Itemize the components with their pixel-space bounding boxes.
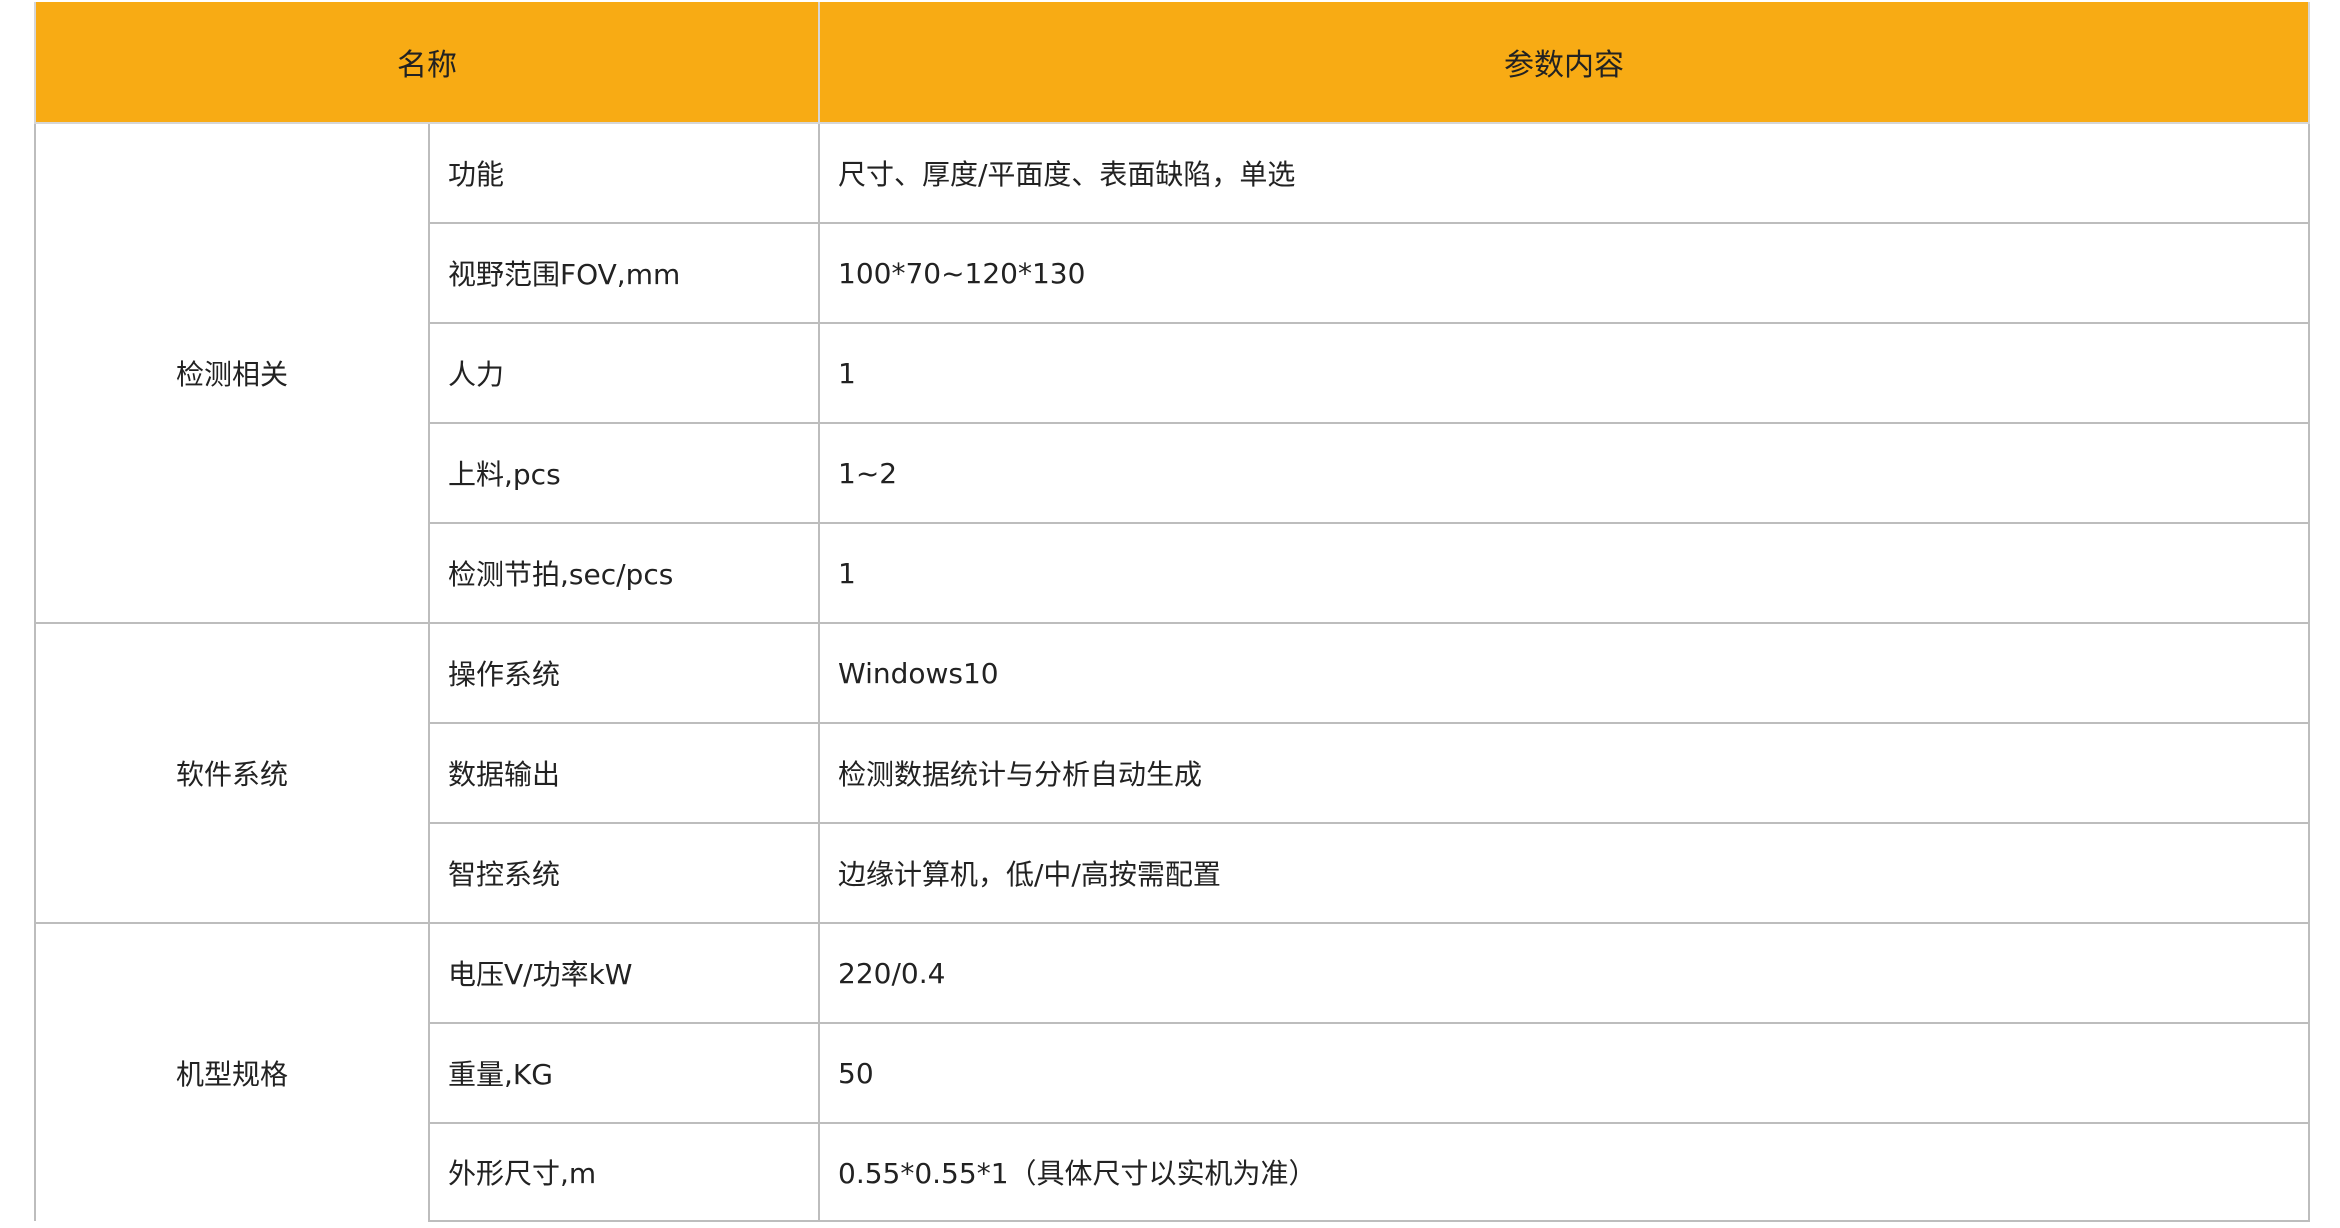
param-name: 外形尺寸,m [428,1122,820,1222]
param-name: 视野范围FOV,mm [428,222,820,324]
param-name: 上料,pcs [428,422,820,524]
param-name: 功能 [428,122,820,224]
param-value: 1 [818,322,2310,424]
param-name: 数据输出 [428,722,820,824]
param-value: 1 [818,522,2310,624]
header-content: 参数内容 [818,2,2310,124]
param-name: 重量,KG [428,1022,820,1124]
param-value: 100*70~120*130 [818,222,2310,324]
param-value: Windows10 [818,622,2310,724]
param-value: 50 [818,1022,2310,1124]
table-row: 检测相关 功能 尺寸、厚度/平面度、表面缺陷，单选 [34,122,2310,623]
header-name: 名称 [34,2,820,124]
param-value: 检测数据统计与分析自动生成 [818,722,2310,824]
group-label-detection: 检测相关 [34,122,430,623]
param-name: 电压V/功率kW [428,922,820,1024]
param-value: 0.55*0.55*1（具体尺寸以实机为准） [818,1122,2310,1222]
param-value: 尺寸、厚度/平面度、表面缺陷，单选 [818,122,2310,224]
param-name: 人力 [428,322,820,424]
param-name: 操作系统 [428,622,820,724]
header-row: 名称 参数内容 [34,2,2310,124]
group-label-model-spec: 机型规格 [34,922,430,1221]
table-row: 软件系统 操作系统 Windows10 [34,622,2310,923]
table-row: 机型规格 电压V/功率kW 220/0.4 [34,922,2310,1221]
param-name: 智控系统 [428,822,820,924]
spec-table: 名称 参数内容 检测相关 功能 尺寸、厚度/平面度、表面缺陷，单选 视野范围FO… [34,2,2310,1222]
group-label-software: 软件系统 [34,622,430,923]
param-value: 220/0.4 [818,922,2310,1024]
param-name: 检测节拍,sec/pcs [428,522,820,624]
param-value: 边缘计算机，低/中/高按需配置 [818,822,2310,924]
param-value: 1~2 [818,422,2310,524]
